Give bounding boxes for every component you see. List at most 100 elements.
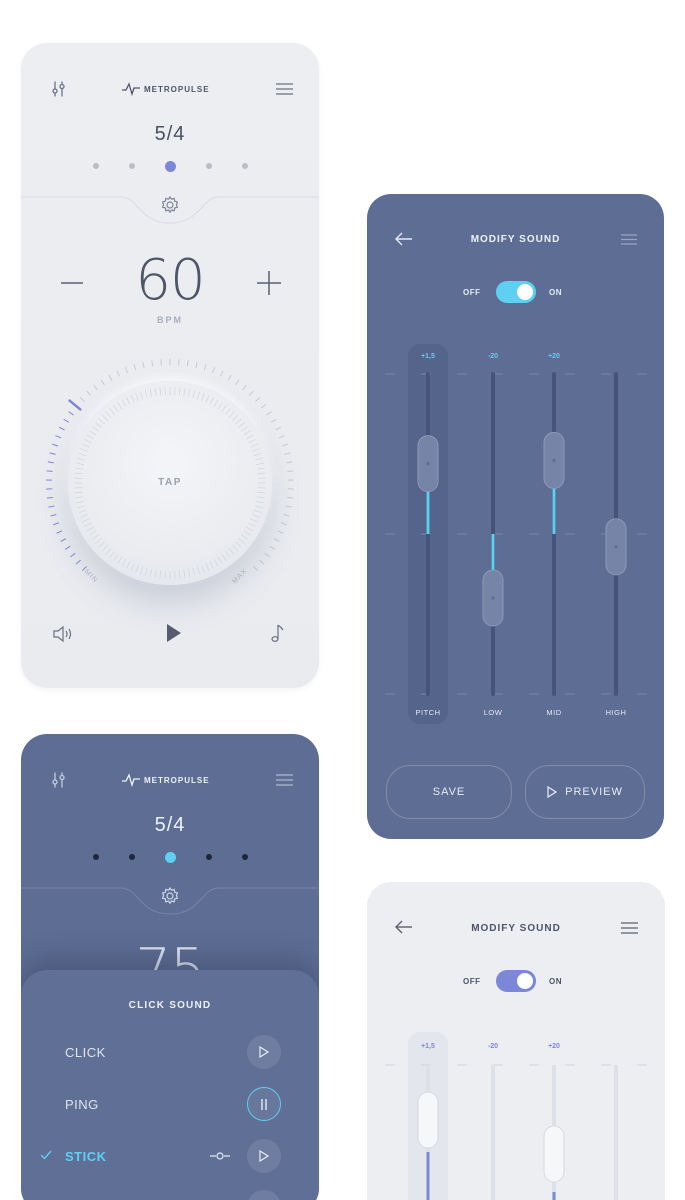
beat-dot[interactable]	[241, 854, 248, 860]
knob-grip-line	[196, 566, 201, 575]
knob-grip-line	[240, 534, 248, 540]
slider-label: HIGH	[606, 708, 627, 717]
knob-grip-line	[256, 467, 265, 470]
slider-value-label: +20	[548, 1043, 560, 1050]
beat-dot[interactable]	[128, 854, 135, 860]
knob-grip-line	[235, 541, 242, 548]
gear-icon[interactable]	[160, 886, 180, 906]
gear-icon[interactable]	[160, 195, 180, 215]
knob-grip-line	[135, 565, 139, 573]
bpm-label: BPM	[157, 315, 183, 325]
beat-dot[interactable]	[92, 163, 99, 169]
knob-grip-line	[238, 538, 245, 544]
knob-grip-line	[84, 439, 92, 444]
knob-grip-line	[86, 434, 94, 440]
dial-tick	[133, 364, 137, 371]
beat-dots[interactable]	[21, 850, 319, 864]
knob-grip-line	[178, 387, 181, 396]
knob-grip-line	[254, 505, 263, 509]
knob-grip-line	[130, 563, 135, 571]
knob-grip-line	[246, 434, 254, 440]
knob-grip-line	[183, 388, 186, 397]
beat-dot[interactable]	[241, 163, 248, 169]
play-sound-button[interactable]	[247, 1190, 281, 1200]
play-button[interactable]	[166, 623, 182, 643]
brand-name: METROPULSE	[144, 775, 210, 785]
equalizer-sliders[interactable]: +1,5 -20 +20	[367, 1032, 665, 1200]
sound-toggle[interactable]	[496, 281, 536, 303]
knob-grip-line	[89, 430, 97, 436]
beat-dot-active[interactable]	[164, 160, 176, 172]
play-sound-button[interactable]	[247, 1139, 281, 1173]
knob-grip-line	[228, 548, 235, 555]
increase-bpm-button[interactable]	[257, 271, 281, 295]
beat-dot[interactable]	[92, 854, 99, 860]
knob-grip-line	[209, 561, 214, 569]
menu-icon[interactable]	[621, 234, 637, 245]
sound-option-stick[interactable]: STICK	[21, 1138, 319, 1174]
check-icon	[40, 1150, 52, 1160]
equalizer-icon[interactable]	[51, 772, 67, 788]
preview-button[interactable]: PREVIEW	[525, 765, 645, 819]
slider-handle[interactable]	[417, 1091, 439, 1149]
knob-grip-line	[105, 411, 112, 418]
slider-handle[interactable]	[543, 1125, 565, 1183]
menu-icon[interactable]	[276, 83, 293, 95]
time-signature[interactable]: 5/4	[21, 814, 319, 837]
equalizer-icon[interactable]	[51, 81, 67, 97]
tap-label: TAP	[158, 477, 182, 488]
dial-tick	[219, 370, 224, 377]
play-sound-button[interactable]	[247, 1035, 281, 1069]
play-icon	[259, 1150, 269, 1162]
time-signature[interactable]: 5/4	[21, 123, 319, 146]
knob-grip-line	[235, 418, 242, 425]
toggle-on-label: ON	[549, 288, 562, 297]
knob-grip-line	[80, 514, 88, 518]
knob-grip-line	[257, 472, 266, 475]
dial-tick	[46, 496, 53, 499]
knob-grip-line	[105, 548, 112, 555]
knob-grip-line	[74, 491, 83, 494]
knob-grip-line	[159, 387, 162, 396]
knob-grip-line	[77, 457, 86, 461]
sound-option-label: CLICK	[65, 1045, 106, 1060]
dial-tick	[273, 538, 280, 542]
save-label: SAVE	[432, 786, 466, 798]
knob-grip-line	[205, 563, 210, 571]
dial-tick	[278, 435, 285, 439]
knob-grip-line	[217, 402, 223, 410]
knob-grip-line	[187, 389, 191, 398]
sound-option-ping[interactable]: PING	[21, 1086, 319, 1122]
knob-grip-line	[225, 551, 231, 558]
beat-dot[interactable]	[205, 163, 212, 169]
sound-option-click[interactable]: CLICK	[21, 1034, 319, 1070]
knob-grip-line	[231, 544, 239, 552]
knob-grip-line	[121, 399, 127, 407]
dial-tick	[280, 522, 287, 526]
modify-sound-light-card: MODIFY SOUND OFF ON +1,5 -20 +20	[367, 882, 665, 1200]
beat-dots[interactable]	[21, 159, 319, 173]
beat-dot[interactable]	[128, 163, 135, 169]
knob-grip-line	[92, 426, 100, 432]
equalizer-sliders[interactable]: +1,5 PITCH -20 LOW +20 MID HIGH	[367, 334, 664, 734]
tap-knob[interactable]: TAP	[68, 381, 272, 585]
modify-sound-dark-card: MODIFY SOUND OFF ON +1,5 PITCH -20 LOW +20 MI…	[367, 194, 664, 839]
save-button[interactable]: SAVE	[386, 765, 512, 819]
menu-icon[interactable]	[621, 922, 638, 934]
menu-icon[interactable]	[276, 774, 293, 786]
knob-grip-line	[144, 390, 148, 399]
knob-grip-line	[117, 556, 123, 564]
slider-label: PITCH	[416, 708, 441, 717]
toggle-off-label: OFF	[463, 288, 481, 297]
beat-dot[interactable]	[205, 854, 212, 860]
dial-tick	[281, 443, 288, 447]
pulse-icon	[122, 773, 140, 787]
music-note-icon[interactable]	[271, 623, 285, 643]
pause-sound-button[interactable]	[247, 1087, 281, 1121]
audio-wave-icon	[210, 1152, 230, 1160]
knob-grip-line	[74, 472, 83, 475]
volume-icon[interactable]	[52, 625, 76, 643]
beat-dot-active[interactable]	[164, 851, 176, 863]
knob-grip-line	[201, 565, 205, 573]
sound-toggle[interactable]	[496, 970, 536, 992]
